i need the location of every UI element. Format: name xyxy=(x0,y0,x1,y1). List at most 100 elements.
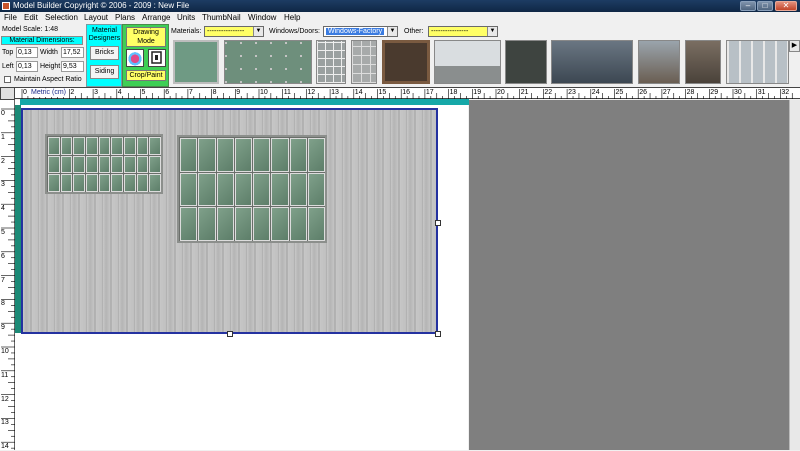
window-pane xyxy=(216,172,234,207)
paint-tool-icon[interactable] xyxy=(126,49,144,67)
window-pane xyxy=(198,172,216,207)
window-pane xyxy=(253,138,271,172)
model-scale-label: Model Scale: 1:48 xyxy=(2,26,59,33)
thumbnail-window-4[interactable] xyxy=(351,40,377,84)
ruler-number: 10 xyxy=(1,348,9,355)
window-pane xyxy=(289,138,307,172)
aspect-ratio-checkbox[interactable] xyxy=(4,76,11,83)
ruler-number: 12 xyxy=(1,395,9,403)
ruler-number: 19 xyxy=(473,89,482,96)
ruler-number: 23 xyxy=(568,89,576,96)
window-pane xyxy=(253,207,271,241)
thumbnail-window-11[interactable] xyxy=(726,40,789,84)
window-pane xyxy=(111,174,123,192)
resize-handle-right[interactable] xyxy=(435,220,441,226)
thumbnail-window-8[interactable] xyxy=(551,40,633,84)
window-pane xyxy=(124,137,136,155)
window-pane xyxy=(136,155,149,174)
window-pane xyxy=(111,155,123,174)
ruler-number: 20 xyxy=(497,89,505,96)
top-field[interactable]: 0,13 xyxy=(16,47,38,58)
thumbnail-window-7[interactable] xyxy=(505,40,547,84)
ruler-number: 32 xyxy=(781,89,790,96)
ruler-number: 8 xyxy=(1,300,5,308)
bricks-button[interactable]: Bricks xyxy=(90,46,119,60)
window-pane xyxy=(136,137,149,155)
vertical-scrollbar[interactable] xyxy=(789,100,800,450)
ruler-number: 3 xyxy=(1,181,5,189)
window-pane xyxy=(271,172,289,207)
left-field[interactable]: 0,13 xyxy=(16,61,38,72)
window-pane xyxy=(111,137,123,155)
height-field[interactable]: 9,53 xyxy=(61,61,84,72)
maximize-button[interactable]: □ xyxy=(757,1,773,11)
thumbnail-window-1[interactable] xyxy=(173,40,219,84)
scroll-arrow-icon[interactable]: ▶ xyxy=(789,40,800,52)
thumbnail-window-2[interactable] xyxy=(224,40,312,84)
window-pane xyxy=(48,137,60,155)
close-button[interactable]: ✕ xyxy=(775,1,797,11)
dropdown-arrow-icon: ▼ xyxy=(487,27,497,36)
window-title: Model Builder Copyright © 2006 - 2009 : … xyxy=(13,1,190,10)
crop-tool-icon[interactable] xyxy=(148,49,166,67)
window-pane xyxy=(180,207,198,241)
window-pane xyxy=(136,174,149,192)
menu-units[interactable]: Units xyxy=(177,13,195,23)
width-field[interactable]: 17,52 xyxy=(61,47,84,58)
ruler-number: 7 xyxy=(188,89,193,96)
ruler-number: 11 xyxy=(1,371,9,379)
window-pane xyxy=(271,138,289,172)
crop-paint-button[interactable]: Crop/Paint xyxy=(126,70,166,81)
other-dropdown[interactable]: ---------------- ▼ xyxy=(428,26,498,37)
ruler-number: 22 xyxy=(544,89,553,96)
window-pane xyxy=(98,155,111,174)
window-pane xyxy=(124,174,136,192)
menu-file[interactable]: File xyxy=(4,13,17,23)
thumbnail-window-3[interactable] xyxy=(316,40,346,84)
resize-handle-corner[interactable] xyxy=(435,331,441,337)
menu-thumbnail[interactable]: ThumbNail xyxy=(202,13,241,23)
thumbnail-window-5[interactable] xyxy=(382,40,430,84)
window-pane xyxy=(289,207,307,241)
window-pane xyxy=(180,138,198,172)
small-factory-window[interactable] xyxy=(45,134,163,194)
top-edge-strip xyxy=(20,99,469,105)
menu-help[interactable]: Help xyxy=(284,13,300,23)
drawing-mode-button[interactable]: Drawing Mode xyxy=(126,27,166,47)
thumbnail-window-9[interactable] xyxy=(638,40,680,84)
window-pane xyxy=(60,174,73,192)
ruler-number: 30 xyxy=(734,89,742,96)
siding-wall[interactable] xyxy=(21,108,438,334)
windows-doors-label: Windows/Doors: xyxy=(269,28,320,35)
menu-window[interactable]: Window xyxy=(248,13,276,23)
other-value: ---------------- xyxy=(431,28,469,35)
ruler-number: 8 xyxy=(212,89,217,96)
resize-handle-bottom[interactable] xyxy=(227,331,233,337)
window-pane xyxy=(124,155,136,174)
menu-arrange[interactable]: Arrange xyxy=(142,13,170,23)
ruler-number: 26 xyxy=(639,89,647,96)
window-pane xyxy=(149,137,161,155)
siding-button[interactable]: Siding xyxy=(90,65,119,79)
ruler-number: 6 xyxy=(1,252,5,260)
ruler-number: 11 xyxy=(283,89,291,96)
ruler-number: 21 xyxy=(520,89,529,96)
menu-selection[interactable]: Selection xyxy=(45,13,78,23)
window-pane xyxy=(48,155,60,174)
materials-dropdown[interactable]: ---------------- ▼ xyxy=(204,26,264,37)
menu-edit[interactable]: Edit xyxy=(24,13,38,23)
menu-layout[interactable]: Layout xyxy=(84,13,108,23)
ruler-number: 5 xyxy=(141,89,146,96)
window-pane xyxy=(234,207,252,241)
window-pane xyxy=(86,137,98,155)
minimize-button[interactable]: – xyxy=(740,1,756,11)
menu-plans[interactable]: Plans xyxy=(115,13,135,23)
canvas-gray-area[interactable] xyxy=(469,100,789,450)
window-pane xyxy=(73,174,85,192)
thumbnail-window-10[interactable] xyxy=(685,40,721,84)
windows-doors-dropdown[interactable]: Windows-Factory ▼ xyxy=(323,26,398,37)
ruler-number: 2 xyxy=(70,89,75,96)
app-icon xyxy=(2,2,10,10)
large-factory-window[interactable] xyxy=(177,135,327,243)
thumbnail-window-6[interactable] xyxy=(434,40,501,84)
